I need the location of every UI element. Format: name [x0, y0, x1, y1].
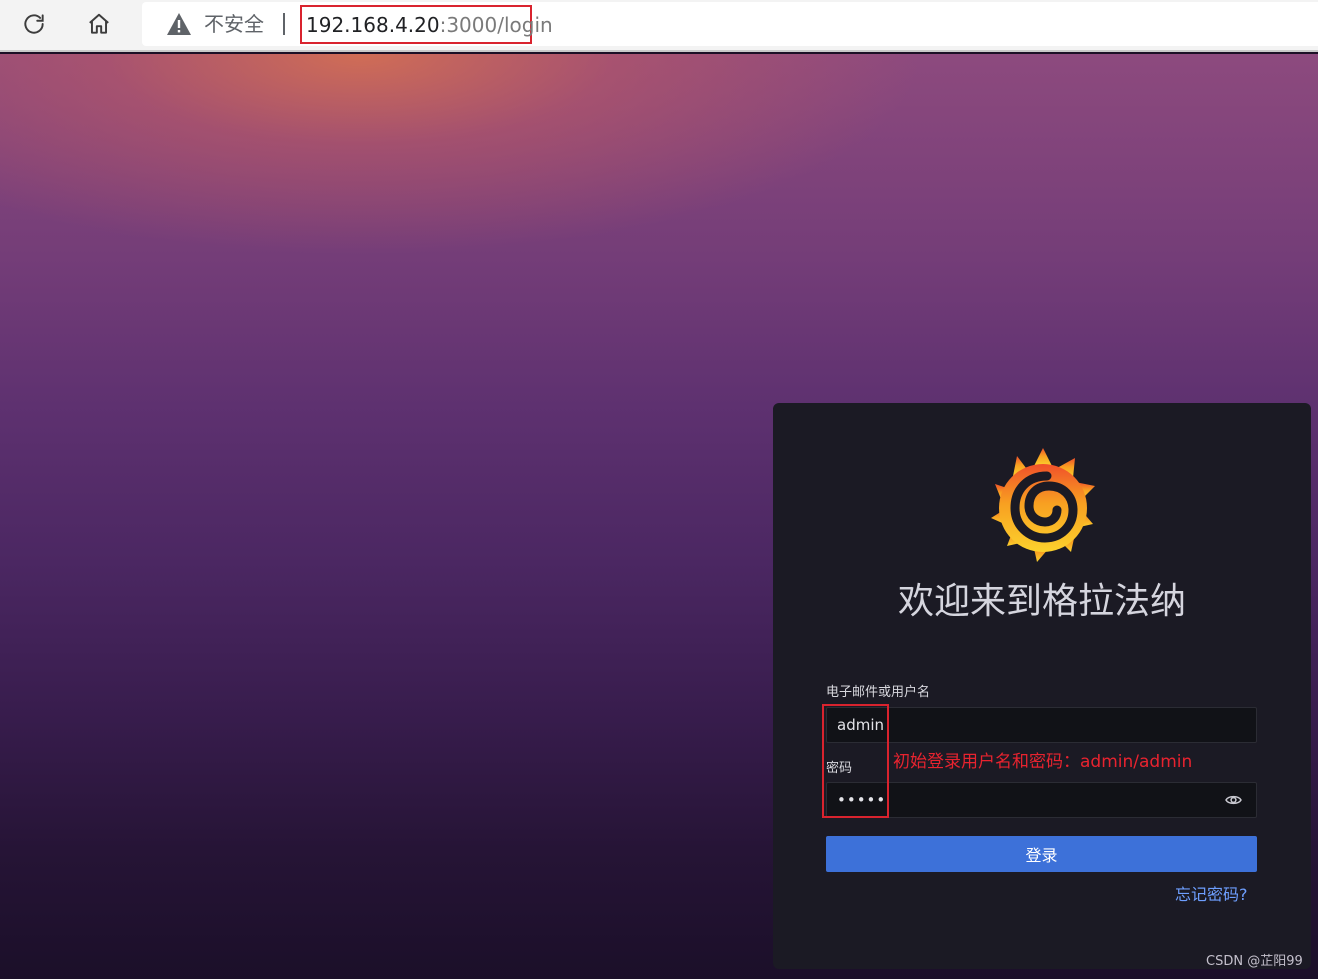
forgot-password-link[interactable]: 忘记密码? — [1175, 884, 1248, 906]
username-input[interactable] — [826, 707, 1257, 743]
eye-icon[interactable] — [1225, 792, 1242, 808]
grafana-logo-icon — [991, 448, 1095, 562]
home-button[interactable] — [79, 6, 119, 42]
reload-icon — [24, 14, 44, 34]
url-path: :3000/login — [439, 12, 553, 37]
welcome-title: 欢迎来到格拉法纳 — [897, 581, 1186, 622]
browser-toolbar: 不安全 192.168.4.20:3000/login — [0, 0, 1318, 52]
url-host: 192.168.4.20 — [306, 12, 440, 37]
username-label: 电子邮件或用户名 — [826, 685, 931, 700]
reload-button[interactable] — [14, 6, 54, 42]
credentials-annotation: 初始登录用户名和密码：admin/admin — [893, 752, 1193, 772]
address-bar[interactable]: 不安全 192.168.4.20:3000/login — [142, 2, 1318, 46]
warning-triangle-icon[interactable] — [166, 12, 192, 36]
watermark: CSDN @芷阳99 — [1206, 954, 1303, 969]
password-label: 密码 — [826, 761, 853, 776]
login-card: 欢迎来到格拉法纳 电子邮件或用户名 密码 初始登录用户名和密码：admin/ad… — [773, 403, 1311, 969]
password-input[interactable] — [826, 782, 1257, 818]
address-divider — [283, 13, 285, 35]
url-text[interactable]: 192.168.4.20:3000/login — [300, 5, 553, 44]
home-icon — [89, 13, 109, 34]
security-status-text[interactable]: 不安全 — [204, 12, 264, 36]
login-button[interactable]: 登录 — [826, 836, 1257, 872]
